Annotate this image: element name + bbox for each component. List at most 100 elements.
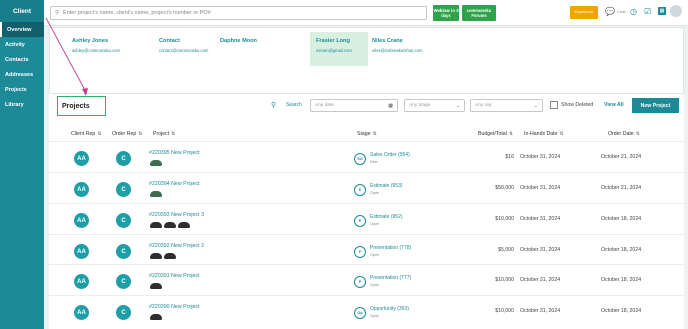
order-rep-avatar: C xyxy=(116,213,131,228)
product-thumbnail xyxy=(150,222,162,228)
contact-card[interactable]: Contact contact@commonsku.com xyxy=(153,32,223,66)
date-filter-input[interactable]: Any date ▦ xyxy=(310,99,398,112)
stage-link[interactable]: Estimate (952) xyxy=(370,214,403,220)
product-thumbnail xyxy=(178,222,190,228)
date-filter-placeholder: Any date xyxy=(315,103,334,108)
budget-value: $5,000 xyxy=(498,247,514,253)
sidebar-item-activity[interactable]: Activity xyxy=(0,37,44,52)
sidebar-title: Client xyxy=(0,0,44,22)
projects-search-label[interactable]: Search xyxy=(286,102,302,108)
contact-email: ashley@commonsku.com xyxy=(72,48,121,53)
order-rep-avatar: C xyxy=(116,274,131,289)
stage-filter-select[interactable]: Any stage ⌄ xyxy=(404,99,465,112)
experience-button[interactable]: Experience xyxy=(570,6,598,19)
project-link[interactable]: #220395 New Project xyxy=(149,150,200,156)
column-header-order-rep[interactable]: Order Rep ⇅ xyxy=(112,131,143,137)
edit-icon[interactable]: ☑ xyxy=(644,7,651,16)
budget-value: $10,000 xyxy=(495,277,514,283)
client-rep-avatar: AA xyxy=(74,182,89,197)
column-header-client-rep[interactable]: Client Rep ⇅ xyxy=(71,131,102,137)
sidebar: Client Overview Activity Contacts Addres… xyxy=(0,0,44,329)
show-deleted-checkbox[interactable] xyxy=(550,101,558,109)
stage-link[interactable]: Presentation (777) xyxy=(370,275,411,281)
stage-link[interactable]: Presentation (778) xyxy=(370,245,411,251)
table-row[interactable] xyxy=(49,295,684,326)
table-row[interactable] xyxy=(49,172,684,203)
sidebar-item-addresses[interactable]: Addresses xyxy=(0,67,44,82)
view-all-link[interactable]: View All xyxy=(604,102,624,108)
product-thumbnail xyxy=(150,253,162,259)
notification-badge-icon[interactable]: ▦ xyxy=(658,7,666,15)
product-thumbnail xyxy=(150,314,162,320)
stage-progress-icon: Op xyxy=(354,307,366,319)
contact-card[interactable]: Daphne Moon xyxy=(214,32,284,66)
calendar-icon[interactable]: ▦ xyxy=(388,103,393,109)
order-rep-avatar: C xyxy=(116,244,131,259)
sort-icon: ⇅ xyxy=(97,131,102,137)
column-header-in-hands-date[interactable]: In-Hands Date ⇅ xyxy=(524,131,564,137)
project-link[interactable]: #220393 New Project 3 xyxy=(149,212,204,218)
order-rep-avatar: C xyxy=(116,305,131,320)
contact-card[interactable]: Niles Crane niles@icebreakershop.com xyxy=(366,32,438,66)
sidebar-item-projects[interactable]: Projects xyxy=(0,82,44,97)
clock-icon[interactable]: ◷ xyxy=(630,7,637,16)
table-row[interactable] xyxy=(49,141,684,172)
search-icon[interactable]: ⚲ xyxy=(271,101,276,109)
stage-link[interactable]: Estimate (953) xyxy=(370,183,403,189)
order-date: October 21, 2024 xyxy=(601,154,642,160)
order-rep-avatar: C xyxy=(116,151,131,166)
search-icon: ⚲ xyxy=(55,10,60,16)
sidebar-item-overview[interactable]: Overview xyxy=(0,22,44,37)
contact-name: Daphne Moon xyxy=(220,38,257,44)
contact-email: contact@commonsku.com xyxy=(159,48,209,53)
project-link[interactable]: #220394 New Project xyxy=(149,181,200,187)
column-header-project[interactable]: Project ⇅ xyxy=(153,131,176,137)
contact-name: Frasier Long xyxy=(316,38,350,44)
product-thumbnail xyxy=(150,160,162,166)
client-rep-avatar: AA xyxy=(74,305,89,320)
contact-name: Niles Crane xyxy=(372,38,403,44)
webinar-button[interactable]: Webinar in 3 days xyxy=(433,5,459,21)
table-row[interactable] xyxy=(49,234,684,265)
project-link[interactable]: #220392 New Project 2 xyxy=(149,243,204,249)
contact-email: niles@icebreakershop.com xyxy=(372,48,423,53)
in-hands-date: October 31, 2024 xyxy=(520,154,561,160)
project-link[interactable]: #220390 New Project xyxy=(149,304,200,310)
budget-value: $16 xyxy=(505,154,514,160)
rep-filter-select[interactable]: Any rep ⌄ xyxy=(470,99,543,112)
community-forums-button[interactable]: commonsku Forums xyxy=(462,5,496,21)
contact-email: icream@gmail.com xyxy=(316,48,352,53)
sidebar-item-library[interactable]: Library xyxy=(0,97,44,112)
column-header-stage[interactable]: Stage ⇅ xyxy=(357,131,377,137)
project-thumbnails xyxy=(150,160,162,166)
project-link[interactable]: #220391 New Project xyxy=(149,273,200,279)
avatar[interactable] xyxy=(670,5,682,17)
client-rep-avatar: AA xyxy=(74,151,89,166)
stage-status: Open xyxy=(370,222,380,226)
chat-icon[interactable]: 💬 xyxy=(605,7,615,16)
sidebar-item-contacts[interactable]: Contacts xyxy=(0,52,44,67)
stage-status: Open xyxy=(370,253,380,257)
global-search-input[interactable]: ⚲ Enter project's name, client's name, p… xyxy=(50,6,427,20)
table-row[interactable] xyxy=(49,264,684,295)
contact-card-selected[interactable]: Frasier Long icream@gmail.com xyxy=(310,32,368,66)
stage-status: Open xyxy=(370,191,380,195)
project-thumbnails xyxy=(150,253,176,259)
client-rep-avatar: AA xyxy=(74,244,89,259)
column-header-order-date[interactable]: Order Date ⇅ xyxy=(608,131,640,137)
table-row[interactable] xyxy=(49,203,684,234)
contact-card[interactable]: Ashley Jones ashley@commonsku.com xyxy=(66,32,136,66)
stage-link[interactable]: Opportunity (393) xyxy=(370,306,409,312)
rep-filter-placeholder: Any rep xyxy=(475,103,492,108)
chevron-down-icon: ⌄ xyxy=(455,103,460,109)
column-header-budget[interactable]: Budget/Total ⇅ xyxy=(478,131,513,137)
search-placeholder: Enter project's name, client's name, pro… xyxy=(63,10,211,16)
contact-name: Ashley Jones xyxy=(72,38,109,44)
stage-link[interactable]: Sales Order (954) xyxy=(370,152,410,158)
sort-icon: ⇅ xyxy=(372,131,377,137)
order-date: October 18, 2024 xyxy=(601,247,642,253)
client-rep-avatar: AA xyxy=(74,213,89,228)
in-hands-date: October 31, 2024 xyxy=(520,277,561,283)
sort-icon: ⇅ xyxy=(635,131,641,137)
new-project-button[interactable]: New Project xyxy=(632,98,679,113)
